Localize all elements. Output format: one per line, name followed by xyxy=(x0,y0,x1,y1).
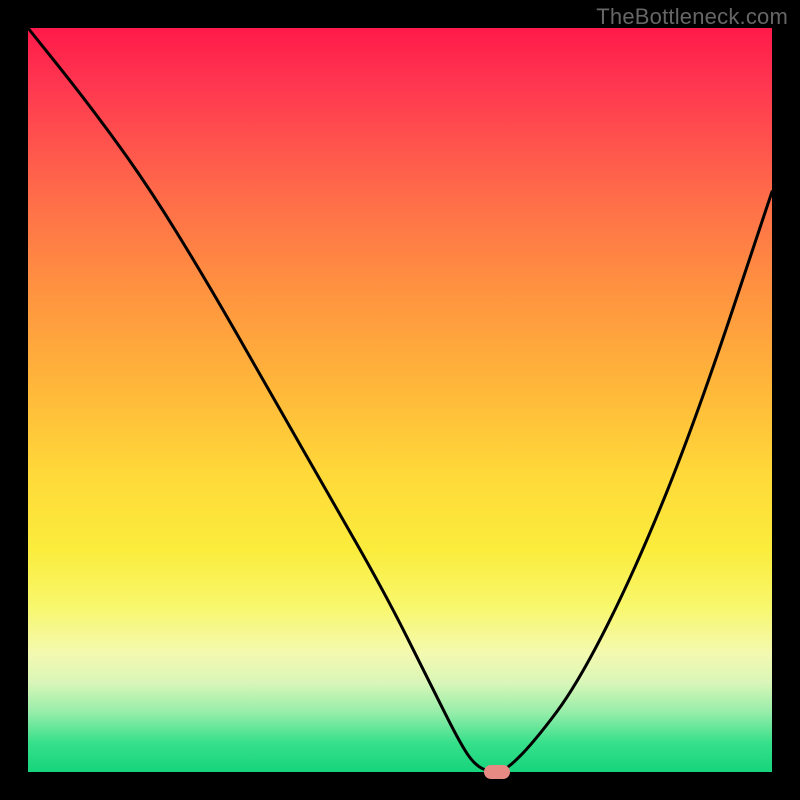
chart-frame: TheBottleneck.com xyxy=(0,0,800,800)
curve-svg xyxy=(28,28,772,772)
plot-area xyxy=(28,28,772,772)
optimal-point-marker xyxy=(484,765,510,779)
bottleneck-curve-path xyxy=(28,28,772,772)
watermark-text: TheBottleneck.com xyxy=(596,4,788,30)
